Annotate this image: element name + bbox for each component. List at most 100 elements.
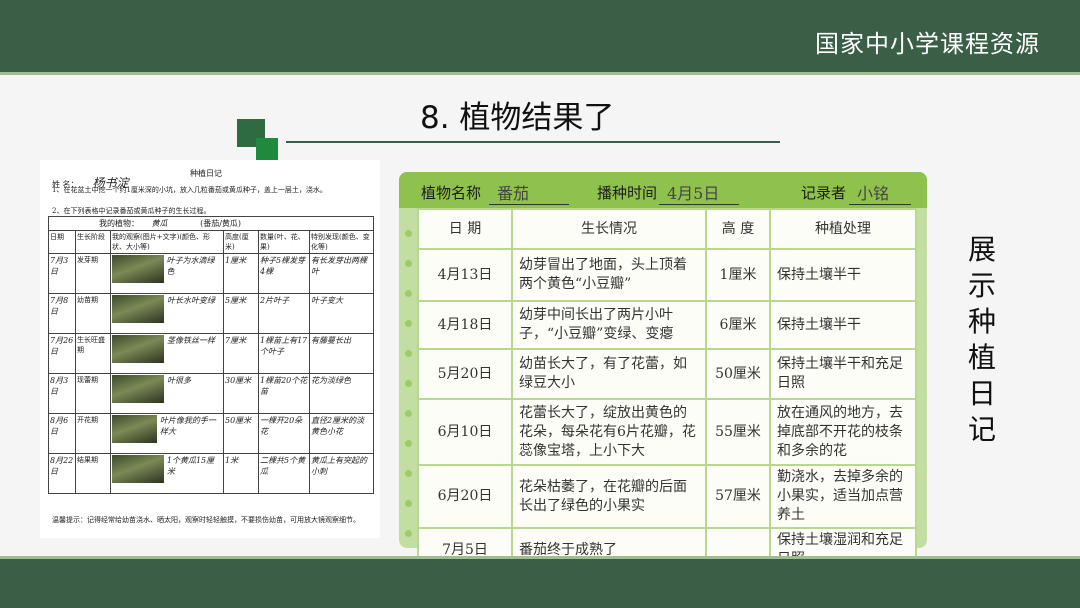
- sow-time-label: 播种时间: [597, 184, 658, 202]
- cell-height: 6厘米: [705, 300, 771, 350]
- scan-cell-height: 50厘米: [223, 413, 259, 454]
- scan-cell-date: 7月26日: [48, 333, 76, 374]
- scan-obs-text: 1个黄瓜15厘米: [166, 456, 215, 476]
- binding-dot: [405, 350, 412, 357]
- table-row: 8月6日 开花期 叶片像我的手一样大 50厘米 一棵开20朵花 直径2厘米的淡黄…: [48, 413, 374, 454]
- binding-dot: [405, 410, 412, 417]
- scan-cell-obs: 叶长水叶变绿: [110, 293, 224, 334]
- plant-photo: [112, 335, 164, 363]
- cell-date: 6月20日: [417, 464, 513, 529]
- cell-date: 6月10日: [417, 398, 513, 466]
- scan-cell-note: 黄瓜上有突起的小刺: [309, 453, 374, 494]
- scan-cell-count: 种子5棵发芽4棵: [258, 253, 310, 294]
- col-growth-header: 生长情况: [511, 208, 707, 250]
- scan-cell-stage: 开花期: [75, 413, 111, 454]
- scan-cell-obs: 叶片像我的手一样大: [110, 413, 224, 454]
- scan-cell-date: 7月3日: [48, 253, 76, 294]
- scan-cell-stage: 幼苗期: [75, 293, 111, 334]
- table-row: 4月18日 幼芽中间长出了两片小叶子，“小豆瓣”变绿、变瘪 6厘米 保持土壤半干: [417, 300, 917, 350]
- col-height-header: 高 度: [705, 208, 771, 250]
- diary-header-row: 日 期 生长情况 高 度 种植处理: [417, 208, 917, 250]
- planting-diary-card: 植物名称 番茄 播种时间 4月5日 记录者 小铭 日 期 生长情况 高 度 种植…: [399, 172, 927, 573]
- scan-cell-height: 1米: [223, 453, 259, 494]
- cell-growth: 幼芽中间长出了两片小叶子，“小豆瓣”变绿、变瘪: [511, 300, 707, 350]
- cell-care: 保持土壤半干和充足日照: [769, 348, 917, 400]
- plant-photo: [112, 295, 164, 323]
- scan-cell-obs: 叶子为水滴绿色: [110, 253, 224, 294]
- scan-obs-text: 叶很多: [167, 376, 191, 385]
- scan-cell-height: 1厘米: [223, 253, 259, 294]
- cell-growth: 花朵枯萎了，在花瓣的后面长出了绿色的小果实: [511, 464, 707, 529]
- cell-growth: 花蕾长大了，绽放出黄色的花朵，每朵花有6片花瓣，花蕊像宝塔，上小下大: [511, 398, 707, 466]
- scan-footer-tip: 温馨提示：记得经常给幼苗浇水、晒太阳，观察时轻轻触摸，不要损伤幼苗，可用放大镜观…: [52, 516, 360, 524]
- scan-cell-height: 5厘米: [223, 293, 259, 334]
- col-care-header: 种植处理: [769, 208, 917, 250]
- cell-growth: 幼芽冒出了地面，头上顶着两个黄色“小豆瓣”: [511, 248, 707, 302]
- plant-name-label: 植物名称: [421, 184, 482, 202]
- scan-cell-count: 1棵苗20个花苗: [258, 373, 310, 414]
- scan-obs-text: 叶子为水滴绿色: [166, 256, 215, 276]
- scan-cell-note: 直径2厘米的淡黄色小花: [309, 413, 374, 454]
- plant-name-value: 番茄: [489, 180, 569, 205]
- scan-header-cell: 我的观察(图片+文字)(颜色、形状、大小等): [110, 230, 224, 254]
- scan-instruction-2: 2、在下列表格中记录番茄或黄瓜种子的生长过程。: [52, 207, 211, 215]
- scan-cell-note: 花为淡绿色: [309, 373, 374, 414]
- cell-date: 4月18日: [417, 300, 513, 350]
- plant-photo: [112, 455, 164, 483]
- table-row: 5月20日 幼苗长大了，有了花蕾，如绿豆大小 50厘米 保持土壤半干和充足日照: [417, 348, 917, 400]
- binding-dot: [405, 230, 412, 237]
- scan-obs-text: 茎像铁丝一样: [167, 336, 215, 345]
- plant-photo: [112, 375, 164, 403]
- cell-care: 保持土壤半干: [769, 248, 917, 302]
- cell-care: 保持土壤半干: [769, 300, 917, 350]
- cell-height: 57厘米: [705, 464, 771, 529]
- scan-cell-stage: 发芽期: [75, 253, 111, 294]
- scan-my-plant-hint: (番茄/黄瓜): [200, 219, 242, 228]
- diary-table: 日 期 生长情况 高 度 种植处理 4月13日 幼芽冒出了地面，头上顶着两个黄色…: [417, 208, 917, 573]
- recorder-value: 小铭: [849, 180, 911, 205]
- scanned-diary-image: 种植日记 姓 名： 杨书淀 1、在花盆土中挖一个约1厘米深的小坑，放入几粒番茄或黄…: [40, 160, 380, 538]
- col-date-header: 日 期: [417, 208, 513, 250]
- binding-dot: [405, 500, 412, 507]
- top-banner: 国家中小学课程资源: [0, 0, 1080, 75]
- title-underline: [286, 141, 780, 143]
- table-row: 8月3日 现蕾期 叶很多 30厘米 1棵苗20个花苗 花为淡绿色: [48, 373, 374, 414]
- card-header: 植物名称 番茄 播种时间 4月5日 记录者 小铭: [399, 172, 927, 208]
- scan-obs-text: 叶片像我的手一样大: [159, 416, 216, 436]
- scan-cell-stage: 生长旺盛期: [75, 333, 111, 374]
- scan-cell-note: 有长发芽出两棵叶: [309, 253, 374, 294]
- scan-header-cell: 日期: [48, 230, 76, 254]
- binding-dot: [405, 260, 412, 267]
- scan-cell-count: 1棵苗上有17个叶子: [258, 333, 310, 374]
- cell-care: 放在通风的地方，去掉底部不开花的枝条和多余的花: [769, 398, 917, 466]
- cell-height: 1厘米: [705, 248, 771, 302]
- scan-my-plant-value: 黄瓜: [151, 219, 168, 228]
- scan-heading: 种植日记: [190, 169, 222, 178]
- scan-header-cell: 特别发现(颜色、变化等): [309, 230, 374, 254]
- scan-cell-stage: 结果期: [75, 453, 111, 494]
- notebook-binding-dots: [405, 212, 413, 542]
- binding-dot: [405, 380, 412, 387]
- sow-time-value: 4月5日: [659, 180, 739, 205]
- bottom-banner: [0, 556, 1080, 608]
- scan-my-plant: 我的植物： 黄瓜 (番茄/黄瓜): [48, 216, 374, 231]
- cell-date: 5月20日: [417, 348, 513, 400]
- table-row: 7月8日 幼苗期 叶长水叶变绿 5厘米 2片叶子 叶子变大: [48, 293, 374, 334]
- table-row: 6月20日 花朵枯萎了，在花瓣的后面长出了绿色的小果实 57厘米 勤浇水，去掉多…: [417, 464, 917, 529]
- cell-height: 50厘米: [705, 348, 771, 400]
- plant-photo: [112, 255, 164, 283]
- scan-cell-date: 7月8日: [48, 293, 76, 334]
- table-row: 7月26日 生长旺盛期 茎像铁丝一样 7厘米 1棵苗上有17个叶子 有藤蔓长出: [48, 333, 374, 374]
- binding-dot: [405, 290, 412, 297]
- cell-date: 4月13日: [417, 248, 513, 302]
- brand-text: 国家中小学课程资源: [815, 30, 1040, 58]
- side-caption: 展示种植日记: [967, 233, 996, 446]
- scan-cell-count: 二棵共5个黄瓜: [258, 453, 310, 494]
- scan-header-cell: 数量(叶、花、果): [258, 230, 310, 254]
- plant-photo: [112, 415, 157, 443]
- recorder-label: 记录者: [801, 184, 847, 202]
- scan-cell-height: 7厘米: [223, 333, 259, 374]
- scan-cell-date: 8月22日: [48, 453, 76, 494]
- table-row: 8月22日 结果期 1个黄瓜15厘米 1米 二棵共5个黄瓜 黄瓜上有突起的小刺: [48, 453, 374, 494]
- scan-cell-date: 8月6日: [48, 413, 76, 454]
